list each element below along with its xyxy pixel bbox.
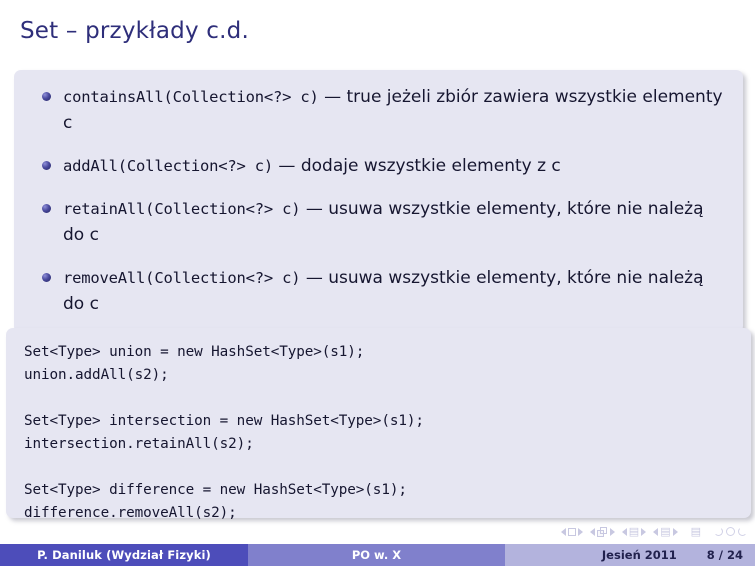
bullet-ball-icon: [42, 204, 51, 213]
method-signature: containsAll(Collection<?> c): [63, 88, 319, 106]
bullet-block: containsAll(Collection<?> c) — true jeże…: [14, 70, 743, 333]
list-item: retainAll(Collection<?> c) — usuwa wszys…: [32, 196, 729, 248]
subsection-icon[interactable]: [596, 526, 608, 537]
back-icon[interactable]: [714, 527, 723, 536]
bullet-ball-icon: [42, 161, 51, 170]
part-icon[interactable]: ▤: [660, 526, 670, 537]
em-dash: —: [273, 156, 301, 176]
page-title: Set – przykłady c.d.: [20, 18, 249, 44]
document-navigation-group[interactable]: [714, 527, 747, 536]
prev-part-icon[interactable]: [653, 527, 659, 536]
list-item: removeAll(Collection<?> c) — usuwa wszys…: [32, 265, 729, 317]
prev-section-icon[interactable]: [621, 527, 627, 536]
next-part-icon[interactable]: [672, 527, 678, 536]
em-dash: —: [300, 268, 329, 288]
presentation-icon[interactable]: ▤: [691, 526, 701, 537]
em-dash: —: [300, 199, 329, 219]
search-icon[interactable]: [726, 527, 735, 536]
beamer-navigation-symbols: ▤ ▤ ▤: [560, 526, 747, 537]
code-listing: Set<Type> union = new HashSet<Type>(s1);…: [24, 344, 424, 521]
list-item: addAll(Collection<?> c) — dodaje wszystk…: [32, 153, 729, 179]
method-list: containsAll(Collection<?> c) — true jeże…: [32, 84, 729, 317]
bullet-ball-icon: [42, 92, 51, 101]
next-subsection-icon[interactable]: [609, 527, 615, 536]
forward-icon[interactable]: [738, 527, 747, 536]
subsection-navigation-group[interactable]: [589, 526, 615, 537]
code-block: Set<Type> union = new HashSet<Type>(s1);…: [6, 328, 751, 521]
footer-term: Jesień 2011: [601, 548, 677, 562]
method-signature: retainAll(Collection<?> c): [63, 200, 301, 218]
next-frame-icon[interactable]: [577, 527, 583, 536]
slide-footer: P. Daniluk (Wydział Fizyki) PO w. X Jesi…: [0, 544, 755, 566]
section-navigation-group[interactable]: ▤: [621, 526, 647, 537]
method-signature: addAll(Collection<?> c): [63, 157, 274, 175]
prev-frame-icon[interactable]: [560, 527, 566, 536]
frame-icon[interactable]: [567, 527, 576, 536]
footer-course: PO w. X: [248, 544, 505, 566]
prev-subsection-icon[interactable]: [589, 527, 595, 536]
list-item: containsAll(Collection<?> c) — true jeże…: [32, 84, 729, 136]
footer-right: Jesień 2011 8 / 24: [505, 544, 755, 566]
footer-page-number: 8 / 24: [706, 548, 743, 562]
method-description: dodaje wszystkie elementy z c: [300, 156, 561, 176]
footer-author: P. Daniluk (Wydział Fizyki): [0, 544, 248, 566]
method-signature: removeAll(Collection<?> c): [63, 269, 301, 287]
em-dash: —: [318, 87, 347, 107]
section-icon[interactable]: ▤: [629, 526, 639, 537]
frame-navigation-group[interactable]: [560, 527, 583, 536]
bullet-ball-icon: [42, 273, 51, 282]
part-navigation-group[interactable]: ▤: [653, 526, 678, 537]
next-section-icon[interactable]: [641, 527, 647, 536]
